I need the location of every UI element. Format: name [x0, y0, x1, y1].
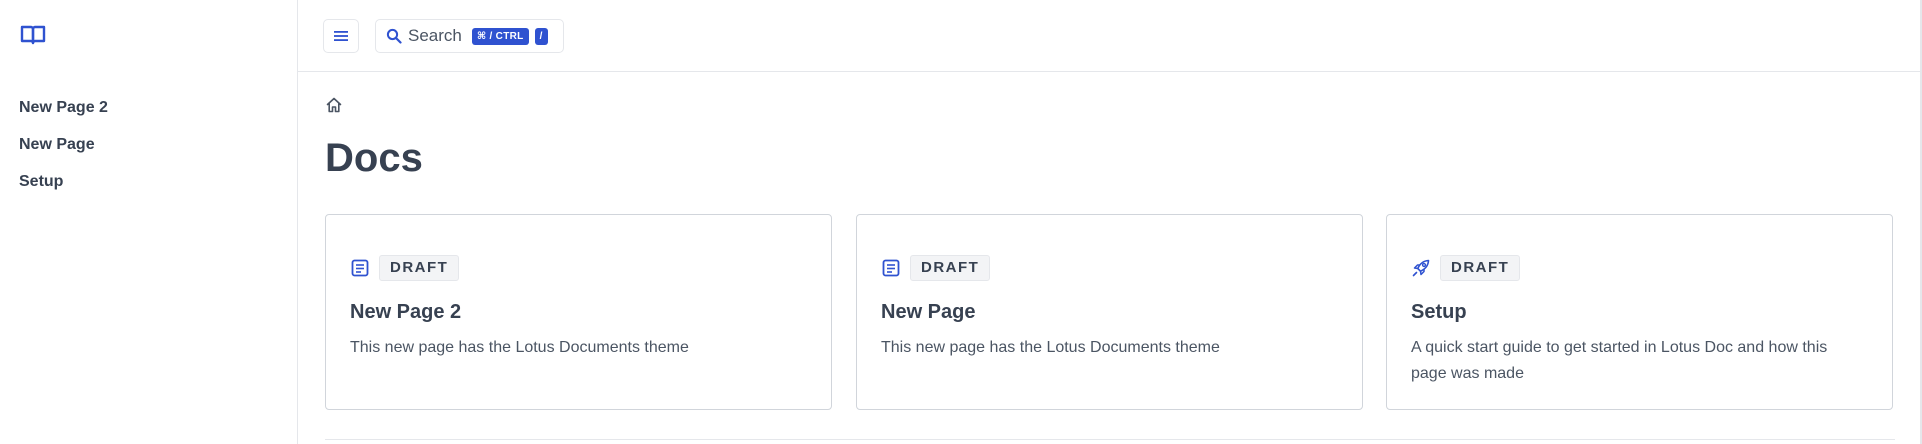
- page-cards: DRAFT New Page 2 This new page has the L…: [325, 214, 1895, 410]
- card-header: DRAFT: [881, 255, 991, 281]
- home-icon[interactable]: [325, 96, 343, 114]
- search-icon: [386, 28, 402, 44]
- card-description: This new page has the Lotus Documents th…: [350, 339, 689, 356]
- menu-button[interactable]: [323, 19, 359, 53]
- status-badge: DRAFT: [379, 255, 460, 281]
- card-title: New Page: [881, 301, 976, 323]
- status-badge: DRAFT: [1440, 255, 1521, 281]
- docs-page: New Page 2 New Page Setup Search ⌘ / CTR…: [0, 0, 1920, 444]
- shortcut-key-badge: /: [534, 27, 548, 45]
- top-bar: Search ⌘ / CTRL /: [298, 0, 1920, 72]
- document-text-icon: [882, 259, 900, 277]
- sidebar-item-new-page-2[interactable]: New Page 2: [19, 96, 108, 133]
- page-card-new-page-2[interactable]: DRAFT New Page 2 This new page has the L…: [325, 214, 832, 410]
- search-label: Search: [408, 26, 462, 45]
- sidebar-item-new-page[interactable]: New Page: [19, 133, 108, 170]
- sidebar-nav: New Page 2 New Page Setup: [19, 96, 108, 207]
- document-text-icon: [351, 259, 369, 277]
- card-description: A quick start guide to get started in Lo…: [1411, 339, 1828, 382]
- page-card-new-page[interactable]: DRAFT New Page This new page has the Lot…: [856, 214, 1363, 410]
- rocket-icon: [1412, 259, 1430, 277]
- section-divider: [325, 439, 1895, 440]
- status-badge: DRAFT: [910, 255, 991, 281]
- card-header: DRAFT: [350, 255, 460, 281]
- card-title: New Page 2: [350, 301, 462, 323]
- shortcut-modifier-badge: ⌘ / CTRL: [471, 27, 529, 45]
- sidebar-item-setup[interactable]: Setup: [19, 170, 108, 207]
- search-button[interactable]: Search ⌘ / CTRL /: [375, 19, 564, 53]
- page-title: Docs: [325, 136, 423, 180]
- card-description: This new page has the Lotus Documents th…: [881, 339, 1220, 356]
- book-open-icon[interactable]: [20, 24, 46, 46]
- sidebar: New Page 2 New Page Setup: [0, 0, 298, 444]
- page-card-setup[interactable]: DRAFT Setup A quick start guide to get s…: [1386, 214, 1893, 410]
- card-header: DRAFT: [1411, 255, 1521, 281]
- hamburger-menu-icon: [334, 31, 348, 41]
- card-title: Setup: [1411, 301, 1467, 323]
